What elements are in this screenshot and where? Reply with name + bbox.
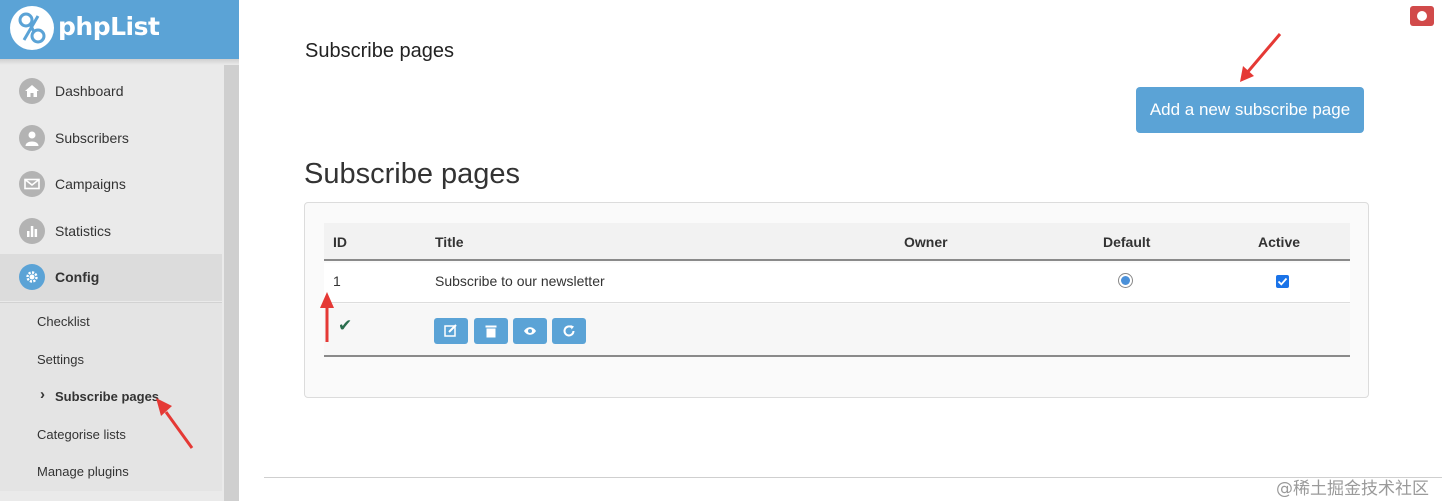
sidebar-item-label: Subscribers xyxy=(55,129,129,146)
annotation-arrow-subscribe-pages xyxy=(156,398,194,449)
sidebar-item-statistics[interactable]: Statistics xyxy=(0,208,222,255)
subnav-item-label: Manage plugins xyxy=(37,464,129,480)
trash-icon xyxy=(485,325,497,338)
subscribe-pages-panel: ID Title Owner Default Active 1 Subscrib… xyxy=(304,202,1369,398)
bar-chart-icon xyxy=(19,217,45,244)
section-title: Subscribe pages xyxy=(304,158,521,190)
user-icon xyxy=(19,124,45,151)
column-header-id[interactable]: ID xyxy=(333,223,347,261)
footer-divider xyxy=(264,477,1442,478)
phplist-logo-icon[interactable] xyxy=(10,6,54,50)
logo-bar: phpList xyxy=(0,0,239,59)
default-radio[interactable] xyxy=(1118,273,1133,288)
envelope-icon xyxy=(19,171,45,198)
column-header-owner[interactable]: Owner xyxy=(904,223,948,261)
cell-title[interactable]: Subscribe to our newsletter xyxy=(435,263,605,299)
column-header-title[interactable]: Title xyxy=(435,223,464,261)
edit-button[interactable] xyxy=(434,318,468,344)
subnav-item-label: Checklist xyxy=(37,314,90,330)
subnav-item-settings[interactable]: Settings xyxy=(0,341,222,379)
table-header: ID Title Owner Default Active xyxy=(324,223,1350,261)
sidebar-item-dashboard[interactable]: Dashboard xyxy=(0,68,222,115)
add-subscribe-page-button[interactable]: Add a new subscribe page xyxy=(1136,87,1364,133)
refresh-icon xyxy=(563,325,575,337)
eye-icon xyxy=(524,327,536,335)
active-checkbox[interactable] xyxy=(1276,275,1289,288)
sidebar-item-label: Statistics xyxy=(55,222,112,239)
sidebar-item-label: Config xyxy=(55,269,100,286)
brand-name[interactable]: phpList xyxy=(58,12,160,41)
info-icon[interactable] xyxy=(1410,6,1434,26)
delete-button[interactable] xyxy=(474,318,508,344)
sidebar-item-campaigns[interactable]: Campaigns xyxy=(0,161,222,208)
gear-icon xyxy=(19,264,45,291)
page-title: Subscribe pages xyxy=(305,40,454,62)
annotation-arrow-id xyxy=(320,292,334,342)
sidebar-item-subscribers[interactable]: Subscribers xyxy=(0,115,222,162)
sidebar-nav: Dashboard Subscribers Campaigns Statisti… xyxy=(0,68,222,301)
subnav-item-checklist[interactable]: Checklist xyxy=(0,303,222,341)
chevron-right-icon: › xyxy=(40,386,45,403)
refresh-button[interactable] xyxy=(552,318,586,344)
column-header-active[interactable]: Active xyxy=(1258,223,1300,261)
view-button[interactable] xyxy=(513,318,547,344)
row-actions: ✔ xyxy=(324,304,1350,357)
subnav-item-label: Subscribe pages xyxy=(55,389,160,405)
home-icon xyxy=(19,78,45,105)
column-header-default[interactable]: Default xyxy=(1103,223,1150,261)
table-row: 1 Subscribe to our newsletter xyxy=(324,263,1350,303)
subnav-item-label: Categorise lists xyxy=(37,426,126,442)
annotation-arrow-add-button xyxy=(1240,33,1282,82)
sidebar-item-label: Dashboard xyxy=(55,83,124,100)
watermark: @稀土掘金技术社区 xyxy=(1276,479,1429,499)
sidebar-scrollbar[interactable] xyxy=(224,65,239,501)
subnav-item-manage-plugins[interactable]: Manage plugins xyxy=(0,453,222,491)
checkmark-icon: ✔ xyxy=(338,316,353,335)
edit-icon xyxy=(444,324,457,337)
sidebar-item-config[interactable]: Config xyxy=(0,254,222,301)
sidebar: phpList Dashboard Subscribers Campaigns xyxy=(0,0,239,501)
sidebar-divider xyxy=(0,59,239,65)
sidebar-item-label: Campaigns xyxy=(55,176,126,193)
subnav-item-label: Settings xyxy=(37,351,84,367)
